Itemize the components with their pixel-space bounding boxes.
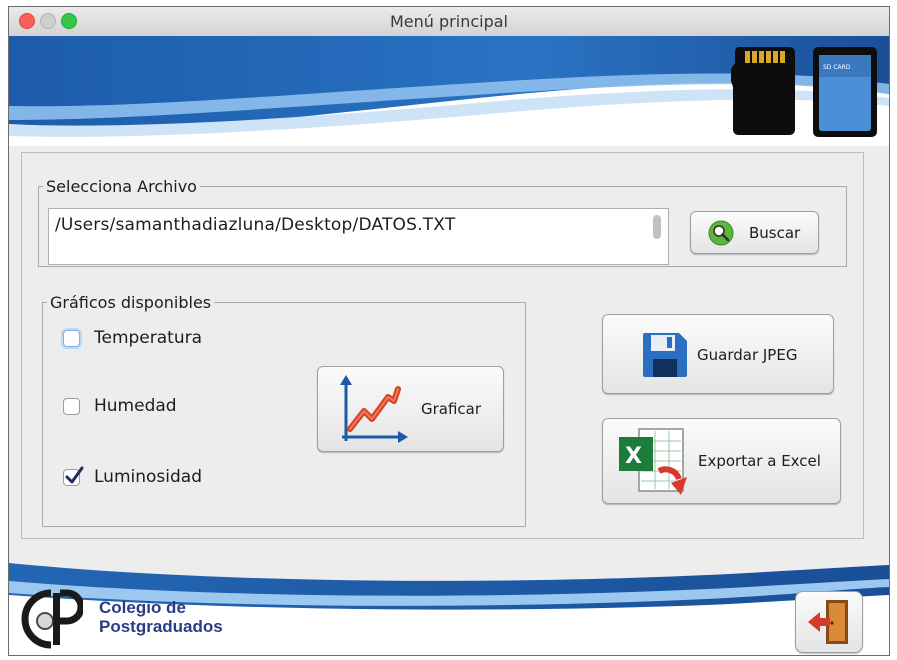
- line-chart-icon: [340, 375, 408, 443]
- save-jpeg-label: Guardar JPEG: [697, 346, 798, 364]
- export-excel-label: Exportar a Excel: [698, 452, 821, 470]
- cp-logo-icon: [21, 589, 83, 649]
- title-bar[interactable]: Menú principal: [9, 7, 889, 37]
- scrollbar[interactable]: [653, 215, 661, 239]
- checkmark-icon: [65, 466, 84, 484]
- temperatura-label: Temperatura: [94, 328, 203, 348]
- file-path-field[interactable]: /Users/samanthadiazluna/Desktop/DATOS.TX…: [48, 208, 669, 265]
- exit-button[interactable]: [795, 591, 863, 653]
- humedad-checkbox[interactable]: [63, 398, 80, 415]
- luminosidad-checkbox[interactable]: [63, 466, 84, 486]
- humedad-label: Humedad: [94, 396, 177, 416]
- save-jpeg-button[interactable]: Guardar JPEG: [602, 314, 834, 394]
- floppy-disk-icon: [643, 333, 687, 377]
- search-button-label: Buscar: [749, 224, 801, 242]
- file-path-value: /Users/samanthadiazluna/Desktop/DATOS.TX…: [55, 215, 456, 235]
- main-panel: Selecciona Archivo /Users/samanthadiazlu…: [21, 152, 864, 539]
- plot-button-label: Graficar: [421, 400, 482, 418]
- file-group-legend: Selecciona Archivo: [46, 177, 197, 196]
- search-button[interactable]: Buscar: [690, 211, 819, 254]
- sd-card-icon: [731, 47, 795, 135]
- main-window: Menú principal SD CARD Selecciona Archiv…: [8, 6, 890, 656]
- charts-group-legend: Gráficos disponibles: [50, 293, 212, 312]
- exit-door-icon: [808, 600, 848, 644]
- svg-text:X: X: [625, 444, 642, 469]
- sd-card-front-icon: SD CARD: [813, 47, 877, 137]
- export-excel-button[interactable]: X Exportar a Excel: [602, 418, 841, 504]
- temperatura-checkbox[interactable]: [63, 330, 80, 347]
- magnifier-icon: [708, 220, 734, 246]
- logo-text-line2: Postgraduados: [99, 617, 223, 636]
- plot-button[interactable]: Graficar: [317, 366, 504, 452]
- logo-text-line1: Colegio de: [99, 598, 186, 617]
- file-select-group: Selecciona Archivo /Users/samanthadiazlu…: [38, 177, 847, 267]
- luminosidad-label: Luminosidad: [94, 467, 202, 487]
- svg-text:SD CARD: SD CARD: [823, 64, 851, 71]
- window-title: Menú principal: [390, 12, 508, 31]
- excel-export-icon: X: [619, 428, 687, 495]
